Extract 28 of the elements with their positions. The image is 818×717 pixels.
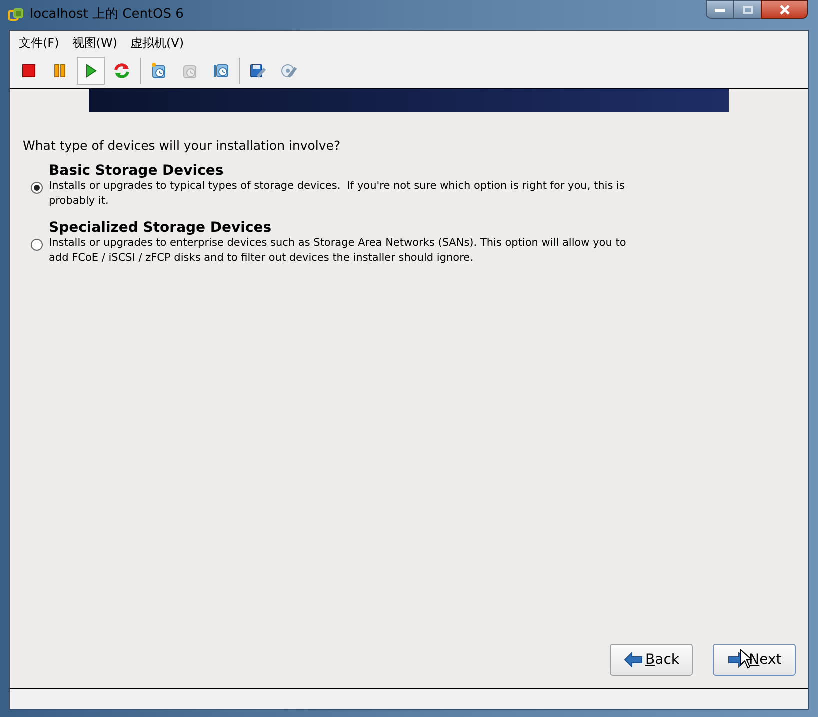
next-button[interactable]: Next [713, 644, 796, 676]
disc-wrench-icon [280, 62, 298, 80]
window-title: localhost 上的 CentOS 6 [30, 6, 184, 24]
maximize-icon [742, 6, 752, 14]
clock-icon [212, 62, 230, 80]
option-description: Installs or upgrades to enterprise devices such as Storage Area Networks (SANs). This option will allow you to add FCoE / iSCSI / zFCP disks and to filter out devices the installer should ignore. [49, 236, 628, 266]
minimize-button[interactable] [706, 0, 734, 19]
toolbar-button[interactable] [77, 56, 105, 84]
clock-icon [150, 62, 168, 80]
radio-button[interactable] [31, 182, 43, 194]
question-text: What type of devices will your installation involve? [23, 137, 342, 155]
minimize-icon [715, 8, 725, 12]
app-logo-icon [8, 7, 24, 23]
option-description: Installs or upgrades to typical types of storage devices. If you're not sure which option is right for you, this is probably it. [49, 178, 626, 209]
radio-button[interactable] [31, 238, 43, 251]
menu-item[interactable]: 视图(W) [72, 34, 118, 52]
close-icon [778, 4, 790, 14]
left-arrow-icon [624, 652, 644, 668]
option-title[interactable]: Specialized Storage Devices [49, 220, 641, 236]
maximize-button[interactable] [734, 0, 761, 19]
floppy-wrench-icon [249, 62, 267, 80]
stop-icon [20, 62, 38, 80]
back-button[interactable]: Back [610, 644, 693, 676]
option-title[interactable]: Basic Storage Devices [49, 162, 641, 179]
close-button[interactable] [761, 0, 808, 19]
refresh-icon [113, 62, 131, 80]
menu-item[interactable]: 文件(F) [19, 34, 60, 52]
menu-item[interactable]: 虚拟机(V) [130, 34, 184, 52]
